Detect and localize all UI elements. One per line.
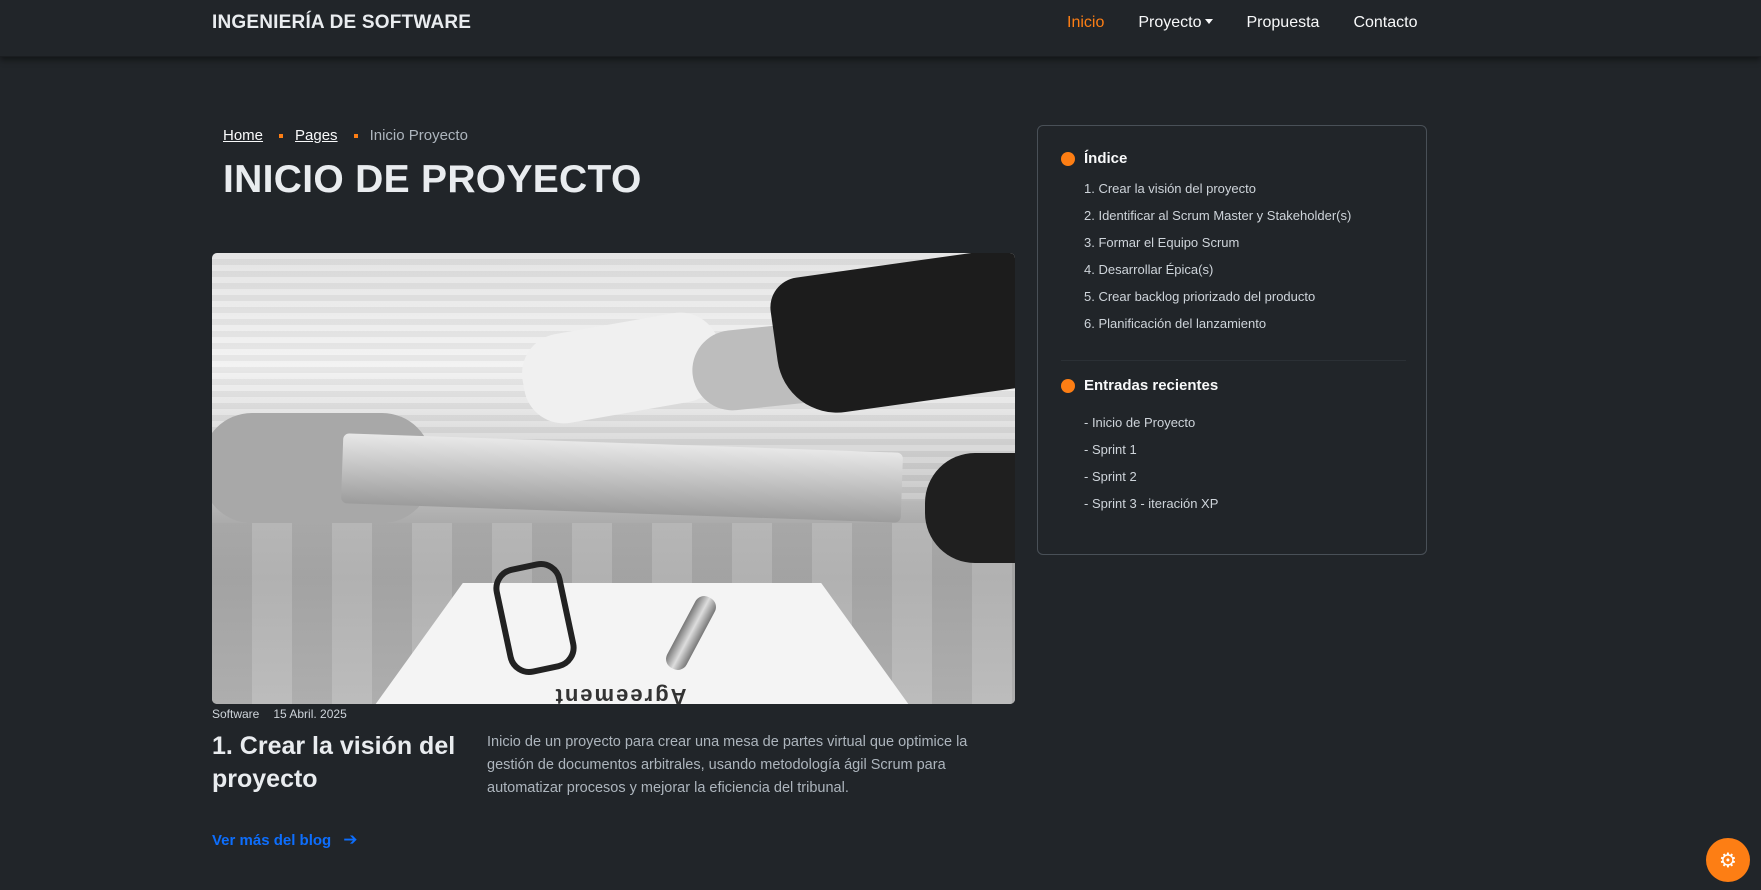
breadcrumb-current: Inicio Proyecto: [369, 127, 468, 144]
read-more-link[interactable]: Ver más del blog ➔: [212, 830, 357, 850]
nav-item-propuesta[interactable]: Propuesta: [1247, 14, 1320, 32]
recent-list: - Inicio de Proyecto - Sprint 1 - Sprint…: [1084, 414, 1218, 522]
index-list: 1. Crear la visión del proyecto 2. Ident…: [1084, 180, 1351, 342]
read-more-label: Ver más del blog: [212, 831, 332, 849]
post-excerpt: Inicio de un proyecto para crear una mes…: [487, 734, 968, 796]
recent-title: Entradas recientes: [1084, 377, 1219, 394]
index-item[interactable]: 2. Identificar al Scrum Master y Stakeho…: [1084, 207, 1351, 234]
brand-logo[interactable]: INGENIERÍA DE SOFTWARE: [212, 12, 471, 34]
index-item[interactable]: 4. Desarrollar Épica(s): [1084, 261, 1351, 288]
breadcrumb: Home Pages Inicio Proyecto: [223, 127, 468, 144]
index-item[interactable]: 6. Planificación del lanzamiento: [1084, 315, 1351, 342]
index-title: Índice: [1084, 150, 1128, 167]
post-date: 15 Abril. 2025: [273, 707, 347, 721]
chevron-down-icon: [1204, 18, 1213, 24]
page-title: INICIO DE PROYECTO: [223, 158, 642, 201]
sidebar: Índice 1. Crear la visión del proyecto 2…: [1037, 125, 1427, 555]
nav-item-proyecto-label: Proyecto: [1138, 14, 1202, 31]
nav-menu: Inicio Proyecto Propuesta Contacto: [1067, 14, 1451, 32]
gear-icon: ⚙: [1719, 849, 1737, 872]
index-item[interactable]: 5. Crear backlog priorizado del producto: [1084, 288, 1351, 315]
top-navbar: INGENIERÍA DE SOFTWARE Inicio Proyecto P…: [0, 0, 1761, 57]
image-shape: [925, 453, 1015, 563]
recent-item[interactable]: - Sprint 3 - iteración XP: [1084, 495, 1218, 522]
recent-item[interactable]: - Sprint 1: [1084, 441, 1218, 468]
index-item[interactable]: 3. Formar el Equipo Scrum: [1084, 234, 1351, 261]
post-title[interactable]: 1. Crear la visión del proyecto: [212, 730, 472, 796]
breadcrumb-pages[interactable]: Pages: [295, 127, 338, 144]
post-hero-image[interactable]: Agreement: [212, 253, 1015, 704]
image-paper-text: Agreement: [553, 684, 687, 704]
arrow-right-icon: ➔: [343, 830, 358, 849]
recent-item[interactable]: - Sprint 2: [1084, 468, 1218, 495]
settings-fab-button[interactable]: ⚙: [1706, 838, 1750, 882]
post-meta: Software 15 Abril. 2025: [212, 707, 347, 721]
post-category: Software: [212, 707, 260, 721]
breadcrumb-separator: [279, 133, 284, 138]
recent-heading: Entradas recientes: [1061, 377, 1218, 394]
breadcrumb-separator: [353, 133, 358, 138]
bullet-dot-icon: [1061, 378, 1075, 393]
index-item[interactable]: 1. Crear la visión del proyecto: [1084, 180, 1351, 207]
recent-item[interactable]: - Inicio de Proyecto: [1084, 414, 1218, 441]
sidebar-divider: [1061, 360, 1406, 361]
breadcrumb-home[interactable]: Home: [223, 127, 263, 144]
nav-item-contacto[interactable]: Contacto: [1353, 14, 1417, 32]
nav-item-proyecto[interactable]: Proyecto: [1138, 14, 1213, 32]
bullet-dot-icon: [1061, 151, 1075, 166]
index-heading: Índice: [1061, 150, 1127, 167]
nav-item-inicio[interactable]: Inicio: [1067, 14, 1104, 32]
